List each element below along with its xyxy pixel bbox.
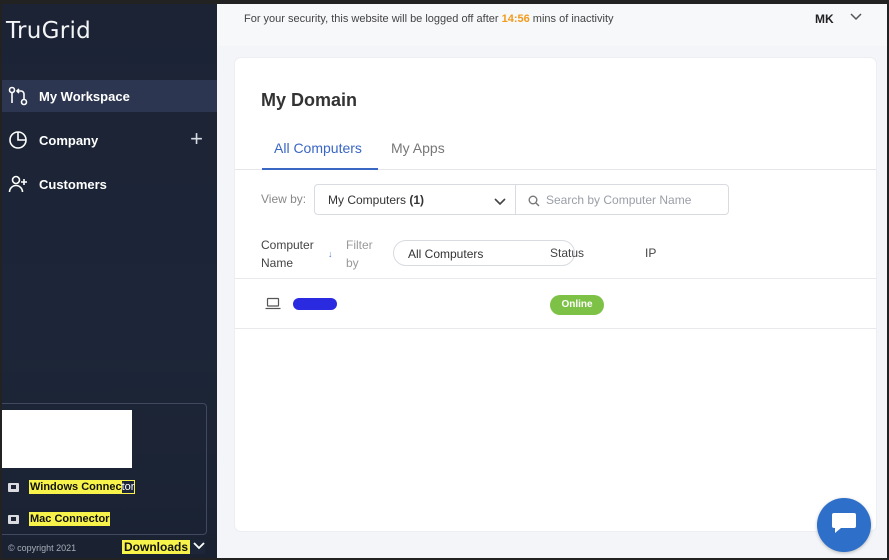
workspace-icon [7, 85, 29, 107]
monitor-icon [8, 482, 19, 492]
security-prefix: For your security, this website will be … [244, 13, 502, 25]
sort-arrow-icon[interactable]: ↓ [328, 249, 333, 259]
column-header-status: Status [550, 246, 585, 260]
top-bar: For your security, this website will be … [217, 4, 887, 46]
downloads-toggle[interactable]: Downloads [122, 540, 206, 554]
downloads-panel: Windows Connector Mac Connector [2, 403, 207, 535]
app-frame: TruGrid My Workspace Company + Customers… [0, 0, 889, 560]
sidebar-item-label: Customers [39, 176, 107, 192]
filter-by-label: Filter by [346, 238, 373, 270]
add-company-button[interactable]: + [190, 128, 203, 150]
user-avatar-initials[interactable]: MK [815, 12, 834, 26]
active-tab-indicator [262, 168, 378, 170]
computer-name-link[interactable] [293, 298, 337, 310]
sidebar-item-my-workspace[interactable]: My Workspace [2, 80, 217, 112]
filter-dropdown[interactable]: All Computers [393, 240, 575, 266]
sidebar-item-customers[interactable]: Customers [2, 168, 217, 200]
column-header-computer-name[interactable]: Computer Name [261, 236, 323, 272]
status-badge: Online [550, 295, 604, 315]
user-menu-chevron-icon[interactable] [849, 9, 863, 23]
chevron-down-icon [494, 194, 506, 206]
view-by-dropdown[interactable]: My Computers (1) [314, 184, 516, 215]
copyright-text: © copyright 2021 [8, 543, 77, 553]
view-by-value: My Computers [328, 193, 407, 207]
search-icon [528, 194, 540, 207]
filter-value: All Computers [408, 247, 484, 261]
session-timeout-message: For your security, this website will be … [244, 13, 614, 25]
add-user-icon [7, 173, 29, 195]
column-header-ip: IP [645, 246, 657, 260]
laptop-icon [265, 297, 281, 310]
page-title: My Domain [261, 90, 358, 110]
tab-bar: All Computers My Apps [235, 132, 876, 170]
trugrid-logo[interactable]: TruGrid [6, 18, 91, 44]
download-banner-image [2, 410, 132, 468]
mac-connector-label: Mac Connector [29, 512, 111, 526]
tab-all-computers[interactable]: All Computers [274, 140, 362, 156]
sidebar: TruGrid My Workspace Company + Customers… [2, 4, 217, 558]
chevron-down-icon [193, 541, 205, 554]
pie-chart-icon [7, 129, 29, 151]
view-by-label: View by: [261, 192, 307, 206]
sidebar-item-company[interactable]: Company + [2, 124, 217, 156]
computer-search-box [515, 184, 729, 215]
downloads-label: Downloads [122, 540, 191, 554]
security-suffix: mins of inactivity [529, 13, 614, 25]
windows-connector-rest: tor [121, 481, 135, 493]
windows-connector-link[interactable]: Windows Connector [8, 480, 136, 494]
monitor-icon [8, 514, 19, 524]
mac-connector-link[interactable]: Mac Connector [8, 512, 111, 526]
view-by-count: (1) [409, 193, 425, 207]
session-timer: 14:56 [501, 13, 530, 25]
sidebar-item-label: Company [39, 132, 99, 148]
table-row[interactable]: Online [235, 279, 876, 329]
chat-button[interactable] [817, 498, 871, 552]
search-input[interactable] [546, 191, 721, 209]
tab-my-apps[interactable]: My Apps [391, 140, 445, 156]
sidebar-item-label: My Workspace [39, 88, 130, 104]
chat-bubble-icon [831, 511, 857, 540]
windows-connector-highlight: Windows Connec [30, 481, 122, 493]
main-card: My Domain All Computers My Apps View by:… [235, 58, 876, 531]
